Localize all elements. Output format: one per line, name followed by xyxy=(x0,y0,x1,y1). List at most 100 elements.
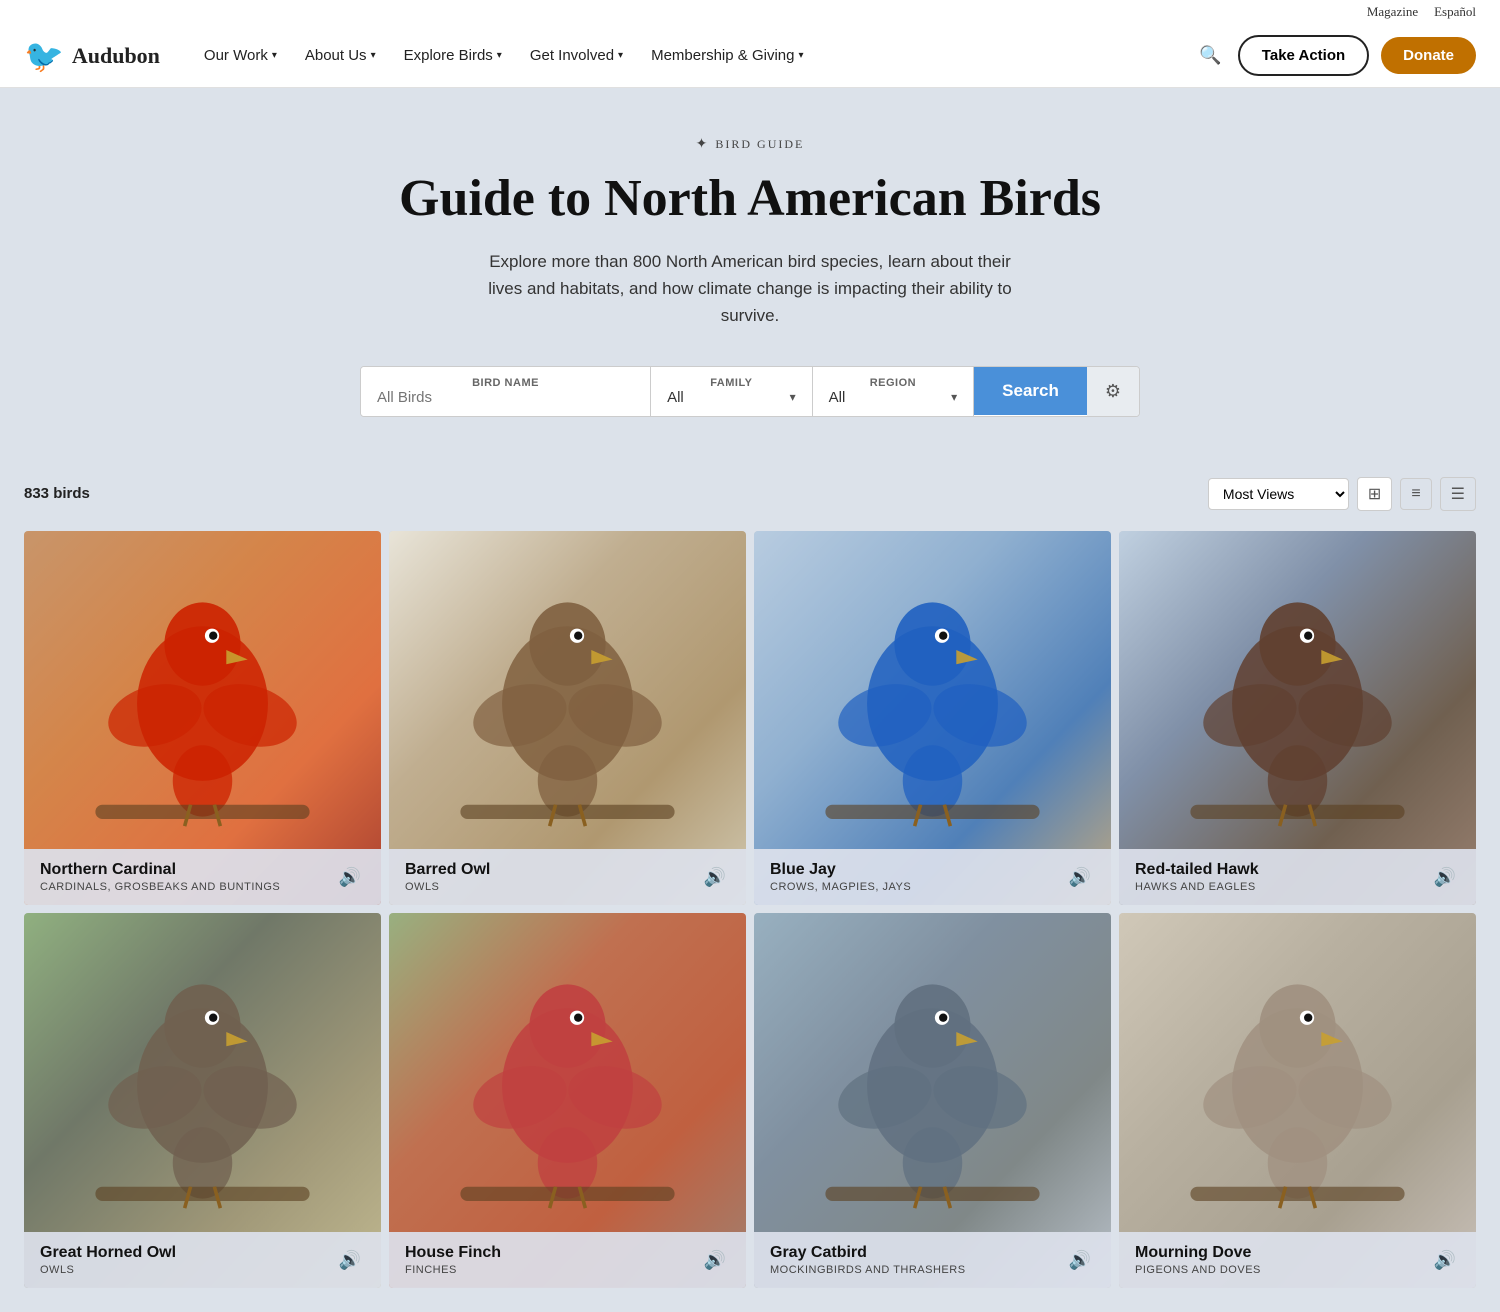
grid-icon: ⊞ xyxy=(1368,486,1381,503)
bird-card-overlay: Blue Jay Crows, Magpies, Jays 🔊 xyxy=(754,849,1111,905)
navigation: 🐦 Audubon Our Work ▾ About Us ▾ Explore … xyxy=(0,24,1500,88)
bird-card[interactable]: Gray Catbird Mockingbirds and Thrashers … xyxy=(754,913,1111,1288)
region-label: Region xyxy=(829,377,958,389)
bird-card-name: Mourning Dove xyxy=(1135,1244,1261,1262)
family-dropdown-row[interactable]: All ▾ xyxy=(667,389,796,406)
bird-card-name: Gray Catbird xyxy=(770,1244,966,1262)
nav-links: Our Work ▾ About Us ▾ Explore Birds ▾ Ge… xyxy=(192,39,1195,72)
results-count: 833 birds xyxy=(24,485,90,502)
bird-card[interactable]: House Finch Finches 🔊 xyxy=(389,913,746,1288)
bird-card-info: Great Horned Owl Owls xyxy=(40,1244,176,1276)
bird-card-family: Crows, Magpies, Jays xyxy=(770,881,911,893)
bird-card-name: Great Horned Owl xyxy=(40,1244,176,1262)
bird-card-overlay: Northern Cardinal Cardinals, Grosbeaks a… xyxy=(24,849,381,905)
bird-card-overlay: House Finch Finches 🔊 xyxy=(389,1232,746,1288)
sort-select[interactable]: Most Views A-Z Z-A Recently Added xyxy=(1208,478,1349,510)
bird-name-label: Bird Name xyxy=(377,377,634,389)
bird-card-family: Pigeons and Doves xyxy=(1135,1264,1261,1276)
sound-button[interactable]: 🔊 xyxy=(700,1246,730,1275)
top-bar: Magazine Español xyxy=(0,0,1500,24)
view-controls: Most Views A-Z Z-A Recently Added ⊞ ≡ ☰ xyxy=(1208,477,1476,511)
sound-button[interactable]: 🔊 xyxy=(700,863,730,892)
bird-guide-label: ✦ BIRD GUIDE xyxy=(24,136,1476,153)
bird-card-family: Cardinals, Grosbeaks and Buntings xyxy=(40,881,280,893)
sound-button[interactable]: 🔊 xyxy=(1065,1246,1095,1275)
sound-button[interactable]: 🔊 xyxy=(1430,1246,1460,1275)
bird-card-info: Blue Jay Crows, Magpies, Jays xyxy=(770,861,911,893)
take-action-button[interactable]: Take Action xyxy=(1238,35,1369,76)
hero-section: ✦ BIRD GUIDE Guide to North American Bir… xyxy=(0,88,1500,461)
bird-card-name: Red-tailed Hawk xyxy=(1135,861,1259,879)
nav-about-us[interactable]: About Us ▾ xyxy=(293,39,388,72)
donate-button[interactable]: Donate xyxy=(1381,37,1476,74)
nav-explore-birds[interactable]: Explore Birds ▾ xyxy=(392,39,514,72)
view-list-button[interactable]: ≡ xyxy=(1400,478,1431,510)
bird-card-family: Owls xyxy=(40,1264,176,1276)
bird-card[interactable]: Barred Owl Owls 🔊 xyxy=(389,531,746,906)
bird-card-name: Blue Jay xyxy=(770,861,911,879)
search-icon-button[interactable]: 🔍 xyxy=(1195,41,1225,70)
bird-card-name: House Finch xyxy=(405,1244,501,1262)
bird-card-family: Mockingbirds and Thrashers xyxy=(770,1264,966,1276)
chevron-down-icon: ▾ xyxy=(798,50,803,61)
bird-card-info: Barred Owl Owls xyxy=(405,861,490,893)
bird-card-info: Mourning Dove Pigeons and Doves xyxy=(1135,1244,1261,1276)
magazine-link[interactable]: Magazine xyxy=(1367,4,1418,20)
family-chevron-icon: ▾ xyxy=(790,390,796,405)
region-dropdown-row[interactable]: All ▾ xyxy=(829,389,958,406)
feather-icon: ✦ xyxy=(696,136,710,153)
bird-card-overlay: Mourning Dove Pigeons and Doves 🔊 xyxy=(1119,1232,1476,1288)
nav-actions: 🔍 Take Action Donate xyxy=(1195,35,1476,76)
bird-card[interactable]: Blue Jay Crows, Magpies, Jays 🔊 xyxy=(754,531,1111,906)
nav-our-work[interactable]: Our Work ▾ xyxy=(192,39,289,72)
chevron-down-icon: ▾ xyxy=(497,50,502,61)
region-value: All xyxy=(829,389,846,406)
sound-button[interactable]: 🔊 xyxy=(1430,863,1460,892)
bird-card-overlay: Great Horned Owl Owls 🔊 xyxy=(24,1232,381,1288)
region-chevron-icon: ▾ xyxy=(951,390,957,405)
chevron-down-icon: ▾ xyxy=(272,50,277,61)
bird-name-input[interactable] xyxy=(377,389,634,406)
bird-card-overlay: Barred Owl Owls 🔊 xyxy=(389,849,746,905)
family-label: Family xyxy=(667,377,796,389)
search-bar: Bird Name Family All ▾ Region All ▾ Sear… xyxy=(360,366,1140,417)
sound-button[interactable]: 🔊 xyxy=(335,1246,365,1275)
sound-button[interactable]: 🔊 xyxy=(1065,863,1095,892)
chevron-down-icon: ▾ xyxy=(618,50,623,61)
hero-subtitle: Explore more than 800 North American bir… xyxy=(480,248,1020,330)
region-dropdown-group: Region All ▾ xyxy=(813,367,975,416)
bird-grid: Northern Cardinal Cardinals, Grosbeaks a… xyxy=(0,523,1500,1312)
filter-icon: ⚙ xyxy=(1105,381,1121,401)
results-toolbar: 833 birds Most Views A-Z Z-A Recently Ad… xyxy=(0,461,1500,523)
page-title: Guide to North American Birds xyxy=(24,169,1476,228)
compact-icon: ☰ xyxy=(1451,486,1465,503)
view-grid-button[interactable]: ⊞ xyxy=(1357,477,1392,511)
logo-text: Audubon xyxy=(72,43,160,69)
logo-bird-icon: 🐦 xyxy=(24,40,64,72)
bird-card-overlay: Red-tailed Hawk Hawks and Eagles 🔊 xyxy=(1119,849,1476,905)
search-button[interactable]: Search xyxy=(974,367,1087,415)
bird-card[interactable]: Northern Cardinal Cardinals, Grosbeaks a… xyxy=(24,531,381,906)
bird-card[interactable]: Red-tailed Hawk Hawks and Eagles 🔊 xyxy=(1119,531,1476,906)
bird-card[interactable]: Mourning Dove Pigeons and Doves 🔊 xyxy=(1119,913,1476,1288)
bird-card-info: House Finch Finches xyxy=(405,1244,501,1276)
bird-card-info: Gray Catbird Mockingbirds and Thrashers xyxy=(770,1244,966,1276)
sound-button[interactable]: 🔊 xyxy=(335,863,365,892)
bird-card-info: Northern Cardinal Cardinals, Grosbeaks a… xyxy=(40,861,280,893)
filter-button[interactable]: ⚙ xyxy=(1087,367,1139,416)
family-dropdown-group: Family All ▾ xyxy=(651,367,813,416)
bird-card-name: Northern Cardinal xyxy=(40,861,280,879)
bird-card-overlay: Gray Catbird Mockingbirds and Thrashers … xyxy=(754,1232,1111,1288)
nav-membership-giving[interactable]: Membership & Giving ▾ xyxy=(639,39,815,72)
bird-card-family: Finches xyxy=(405,1264,501,1276)
bird-card-family: Hawks and Eagles xyxy=(1135,881,1259,893)
bird-card-family: Owls xyxy=(405,881,490,893)
espanol-link[interactable]: Español xyxy=(1434,4,1476,20)
logo[interactable]: 🐦 Audubon xyxy=(24,40,160,72)
nav-get-involved[interactable]: Get Involved ▾ xyxy=(518,39,635,72)
list-icon: ≡ xyxy=(1411,485,1420,502)
bird-card-info: Red-tailed Hawk Hawks and Eagles xyxy=(1135,861,1259,893)
view-compact-button[interactable]: ☰ xyxy=(1440,477,1476,511)
bird-card[interactable]: Great Horned Owl Owls 🔊 xyxy=(24,913,381,1288)
family-value: All xyxy=(667,389,684,406)
